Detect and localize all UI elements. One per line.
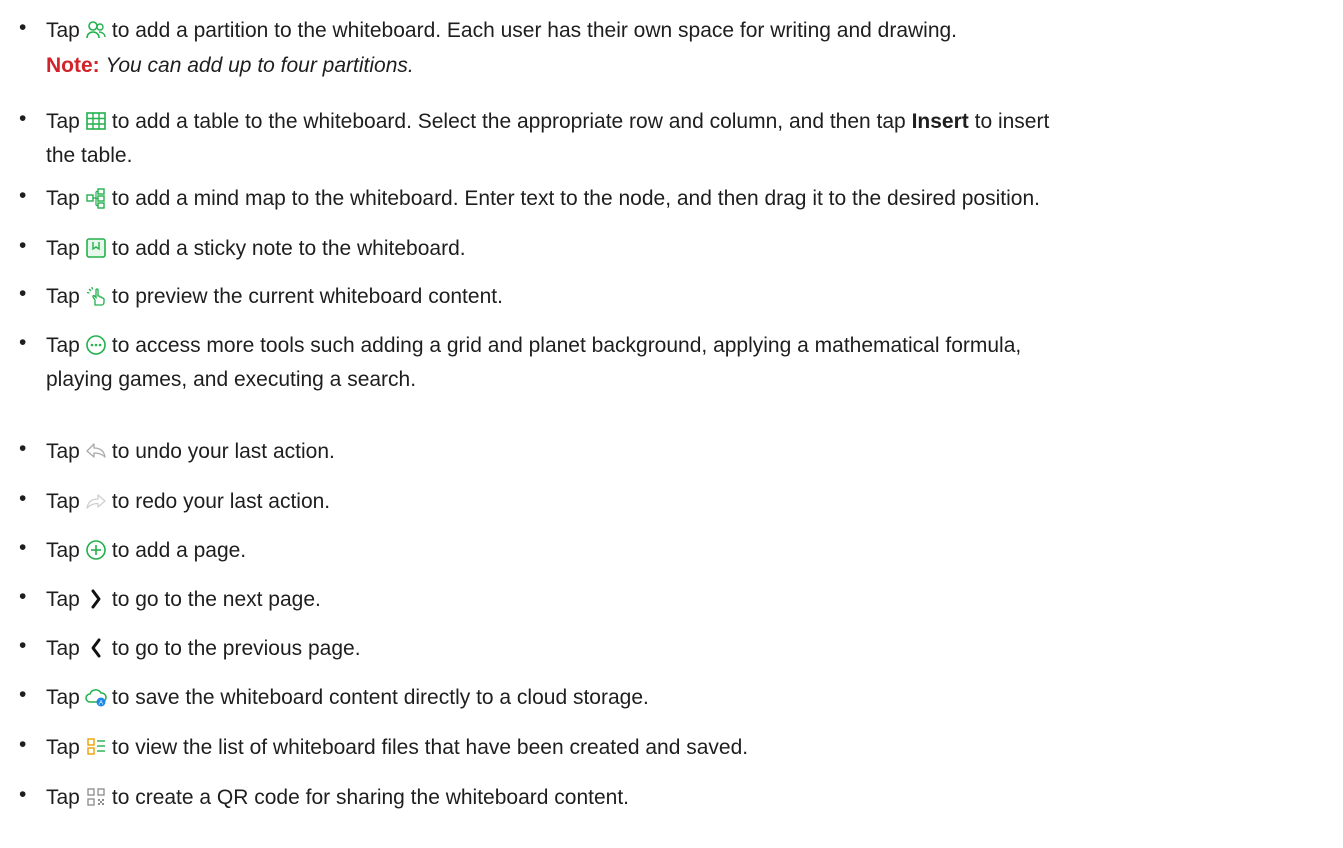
previous-page-icon [85,637,107,659]
item-text: to add a page. [111,539,247,562]
tap-word: Tap [46,440,80,463]
item-text: to preview the current whiteboard conten… [111,285,503,308]
svg-text:A: A [99,700,103,706]
tap-word: Tap [46,490,80,513]
item-text: to create a QR code for sharing the whit… [111,786,629,809]
item-text: to save the whiteboard content directly … [111,686,649,709]
tap-word: Tap [46,686,80,709]
item-text: to redo your last action. [111,490,331,513]
item-text: to add a sticky note to the whiteboard. [111,237,466,260]
redo-icon [85,490,107,512]
add-page-icon [85,539,107,561]
item-text-after: to insert [974,110,1050,133]
tap-word: Tap [46,110,80,133]
note-label: Note: [46,54,100,77]
item-text-line2: playing games, and executing a search. [46,368,417,391]
item-text-line2: the table. [46,144,133,167]
file-list-icon [85,736,107,758]
partition-users-icon [85,19,107,41]
qr-code-icon [85,786,107,808]
sticky-note-icon [85,237,107,259]
item-text: to add a table to the whiteboard. Select… [111,110,906,133]
tap-word: Tap [46,237,80,260]
item-text: to add a partition to the whiteboard. Ea… [111,19,958,42]
item-text: to add a mind map to the whiteboard. Ent… [111,187,1040,210]
tap-word: Tap [46,637,80,660]
tap-word: Tap [46,334,80,357]
tap-word: Tap [46,588,80,611]
tap-word: Tap [46,187,80,210]
insert-label: Insert [911,110,969,133]
mind-map-icon [85,187,107,209]
table-grid-icon [85,110,107,132]
tap-word: Tap [46,786,80,809]
note-text: You can add up to four partitions. [105,54,414,77]
item-text: to undo your last action. [111,440,335,463]
next-page-icon [85,588,107,610]
tap-word: Tap [46,285,80,308]
preview-hand-icon [85,285,107,307]
note: Note: You can add up to four partitions. [46,52,414,80]
cloud-save-icon: A [85,686,107,708]
item-text: to access more tools such adding a grid … [111,334,1022,357]
more-tools-icon [85,334,107,356]
item-text: to view the list of whiteboard files tha… [111,736,749,759]
item-text: to go to the next page. [111,588,321,611]
undo-icon [85,440,107,462]
tap-word: Tap [46,539,80,562]
tap-word: Tap [46,736,80,759]
item-text: to go to the previous page. [111,637,361,660]
tap-word: Tap [46,19,80,42]
